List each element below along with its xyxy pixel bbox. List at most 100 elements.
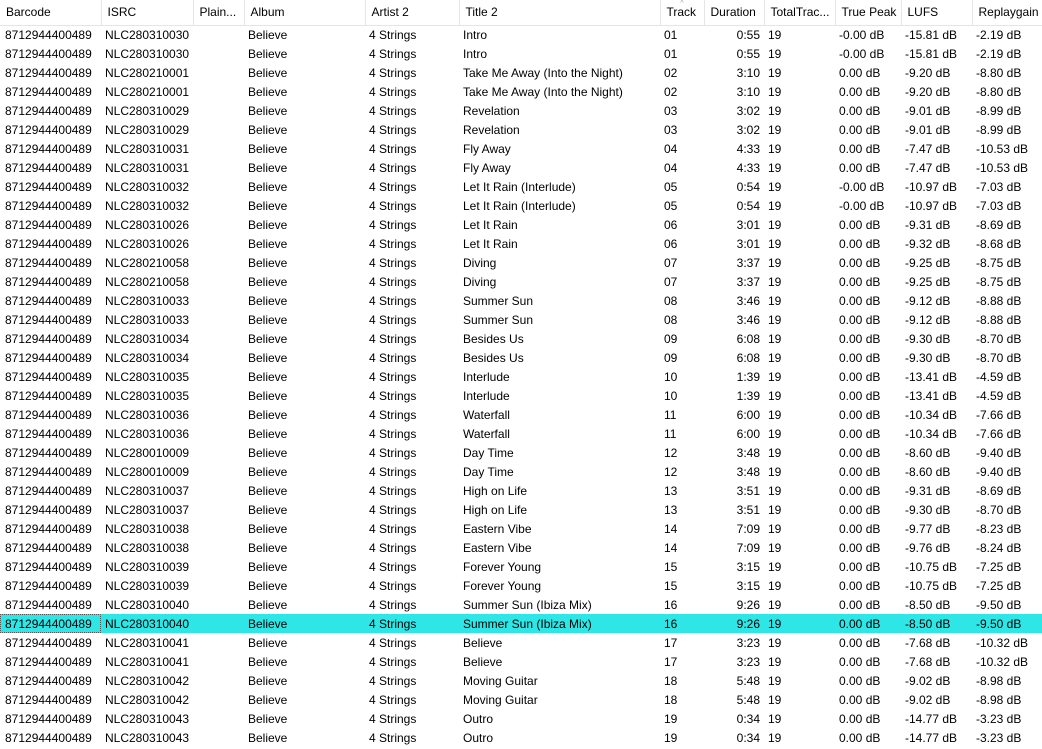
table-row[interactable]: 8712944400489 NLC280310033 Believe 4 String… xyxy=(0,310,1042,329)
column-header-artist2[interactable]: Artist 2 xyxy=(365,0,460,26)
cell-replaygain: -8.88 dB xyxy=(976,293,1022,308)
table-row[interactable]: 8712944400489 NLC280310041 Believe 4 String… xyxy=(0,633,1042,652)
table-row[interactable]: 8712944400489 NLC280310035 Believe 4 String… xyxy=(0,386,1042,405)
cell-album: Believe xyxy=(244,614,365,633)
cell-totaltracks: 19 xyxy=(768,160,782,175)
table-row[interactable]: 8712944400489 NLC280310033 Believe 4 String… xyxy=(0,291,1042,310)
table-row[interactable]: 8712944400489 NLC280010009 Believe 4 String… xyxy=(0,443,1042,462)
cell-duration: 3:23 xyxy=(736,654,760,669)
table-row[interactable]: 8712944400489 NLC280310034 Believe 4 String… xyxy=(0,329,1042,348)
column-header-lufs[interactable]: LUFS xyxy=(901,0,973,26)
column-header-truepeak[interactable]: True Peak xyxy=(835,0,902,26)
cell-barcode: 8712944400489 xyxy=(5,540,92,555)
cell-isrc: NLC280310033 xyxy=(105,312,190,327)
cell-title2: Day Time xyxy=(463,464,514,479)
table-row[interactable]: 8712944400489 NLC280310042 Believe 4 String… xyxy=(0,690,1042,709)
cell-title2: Summer Sun xyxy=(463,293,534,308)
cell-title2: Summer Sun (Ibiza Mix) xyxy=(463,597,592,612)
column-header-totaltracks[interactable]: TotalTrac... xyxy=(764,0,836,26)
table-row[interactable]: 8712944400489 NLC280210058 Believe 4 String… xyxy=(0,253,1042,272)
table-row[interactable]: 8712944400489 NLC280310031 Believe 4 String… xyxy=(0,158,1042,177)
table-row[interactable]: 8712944400489 NLC280310031 Believe 4 String… xyxy=(0,139,1042,158)
cell-isrc: NLC280310026 xyxy=(105,217,190,232)
cell-plain xyxy=(193,310,244,329)
cell-artist2: 4 Strings xyxy=(369,426,417,441)
table-row[interactable]: 8712944400489 NLC280210001 Believe 4 String… xyxy=(0,63,1042,82)
table-row[interactable]: 8712944400489 NLC280310036 Believe 4 String… xyxy=(0,424,1042,443)
table-row[interactable]: 8712944400489 NLC280310037 Believe 4 String… xyxy=(0,481,1042,500)
cell-truepeak: 0.00 dB xyxy=(839,160,881,175)
table-row[interactable]: 8712944400489 NLC280210001 Believe 4 String… xyxy=(0,82,1042,101)
cell-album: Believe xyxy=(248,103,288,118)
table-row[interactable]: 8712944400489 NLC280310029 Believe 4 String… xyxy=(0,120,1042,139)
table-row[interactable]: 8712944400489 NLC280310039 Believe 4 String… xyxy=(0,576,1042,595)
table-row[interactable]: 8712944400489 NLC280310039 Believe 4 String… xyxy=(0,557,1042,576)
table-row[interactable]: 8712944400489 NLC280310034 Believe 4 String… xyxy=(0,348,1042,367)
table-row[interactable]: 8712944400489 NLC280310026 Believe 4 String… xyxy=(0,234,1042,253)
cell-album: Believe xyxy=(248,331,288,346)
cell-title2: Diving xyxy=(463,255,497,270)
cell-lufs: -9.20 dB xyxy=(905,84,951,99)
table-row[interactable]: 8712944400489 NLC280310026 Believe 4 String… xyxy=(0,215,1042,234)
cell-barcode: 8712944400489 xyxy=(5,388,92,403)
cell-album: Believe xyxy=(248,502,288,517)
cell-barcode: 8712944400489 xyxy=(5,65,92,80)
cell-truepeak: 0.00 dB xyxy=(839,464,881,479)
column-header-album[interactable]: Album xyxy=(244,0,366,26)
table-row[interactable]: 8712944400489 NLC280310035 Believe 4 String… xyxy=(0,367,1042,386)
cell-album: Believe xyxy=(248,65,288,80)
table-row[interactable]: 8712944400489 NLC280310043 Believe 4 String… xyxy=(0,728,1042,747)
table-row[interactable]: 8712944400489 NLC280310030 Believe 4 String… xyxy=(0,44,1042,63)
cell-truepeak: 0.00 dB xyxy=(839,578,881,593)
cell-isrc: NLC280310042 xyxy=(105,692,190,707)
column-header-duration[interactable]: Duration xyxy=(704,0,765,26)
table-row[interactable]: 8712944400489 NLC280310042 Believe 4 String… xyxy=(0,671,1042,690)
column-header-plain[interactable]: Plain... xyxy=(193,0,245,26)
table-row[interactable]: 8712944400489 NLC280310029 Believe 4 String… xyxy=(0,101,1042,120)
table-row[interactable]: 8712944400489 NLC280310043 Believe 4 String… xyxy=(0,709,1042,728)
cell-title2: Intro xyxy=(463,27,488,42)
cell-track: 07 xyxy=(664,274,678,289)
column-header-track[interactable]: ^ Track xyxy=(660,0,705,26)
cell-isrc: NLC280010009 xyxy=(105,464,190,479)
table-row[interactable]: 8712944400489 NLC280310037 Believe 4 String… xyxy=(0,500,1042,519)
cell-lufs: -9.32 dB xyxy=(905,236,951,251)
table-row[interactable]: 8712944400489 NLC280310032 Believe 4 String… xyxy=(0,196,1042,215)
cell-totaltracks: 19 xyxy=(768,369,782,384)
cell-plain xyxy=(193,576,244,595)
cell-plain xyxy=(193,44,244,63)
cell-lufs: -15.81 dB xyxy=(905,27,958,42)
cell-artist2: 4 Strings xyxy=(365,614,459,633)
column-header-replaygain[interactable]: Replaygain xyxy=(972,0,1042,26)
cell-plain xyxy=(193,462,244,481)
table-row[interactable]: 8712944400489 NLC280310030 Believe 4 String… xyxy=(0,25,1042,44)
table-row[interactable]: 8712944400489 NLC280310041 Believe 4 String… xyxy=(0,652,1042,671)
cell-artist2: 4 Strings xyxy=(369,84,417,99)
column-header-title2[interactable]: Title 2 xyxy=(459,0,661,26)
cell-barcode: 8712944400489 xyxy=(5,255,92,270)
cell-artist2: 4 Strings xyxy=(369,692,417,707)
table-row[interactable]: 8712944400489 NLC280310040 Believe 4 String… xyxy=(0,614,1042,633)
table-row[interactable]: 8712944400489 NLC280210058 Believe 4 String… xyxy=(0,272,1042,291)
cell-truepeak: 0.00 dB xyxy=(839,255,881,270)
table-row[interactable]: 8712944400489 NLC280310032 Believe 4 String… xyxy=(0,177,1042,196)
cell-isrc: NLC280310036 xyxy=(105,407,190,422)
cell-isrc: NLC280310035 xyxy=(105,369,190,384)
column-header-barcode[interactable]: Barcode xyxy=(0,0,102,26)
column-header-isrc[interactable]: ISRC xyxy=(101,0,194,26)
cell-totaltracks: 19 xyxy=(768,65,782,80)
cell-truepeak: 0.00 dB xyxy=(839,483,881,498)
table-row[interactable]: 8712944400489 NLC280310038 Believe 4 String… xyxy=(0,519,1042,538)
cell-truepeak: 0.00 dB xyxy=(839,445,881,460)
table-row[interactable]: 8712944400489 NLC280310040 Believe 4 String… xyxy=(0,595,1042,614)
cell-title2: Take Me Away (Into the Night) xyxy=(463,84,623,99)
cell-album: Believe xyxy=(248,350,288,365)
cell-artist2: 4 Strings xyxy=(369,369,417,384)
cell-duration: 6:00 xyxy=(736,426,760,441)
table-row[interactable]: 8712944400489 NLC280310036 Believe 4 String… xyxy=(0,405,1042,424)
cell-track: 02 xyxy=(664,65,678,80)
cell-isrc: NLC280310040 xyxy=(101,614,193,633)
table-row[interactable]: 8712944400489 NLC280010009 Believe 4 String… xyxy=(0,462,1042,481)
table-row[interactable]: 8712944400489 NLC280310038 Believe 4 String… xyxy=(0,538,1042,557)
cell-totaltracks: 19 xyxy=(768,255,782,270)
